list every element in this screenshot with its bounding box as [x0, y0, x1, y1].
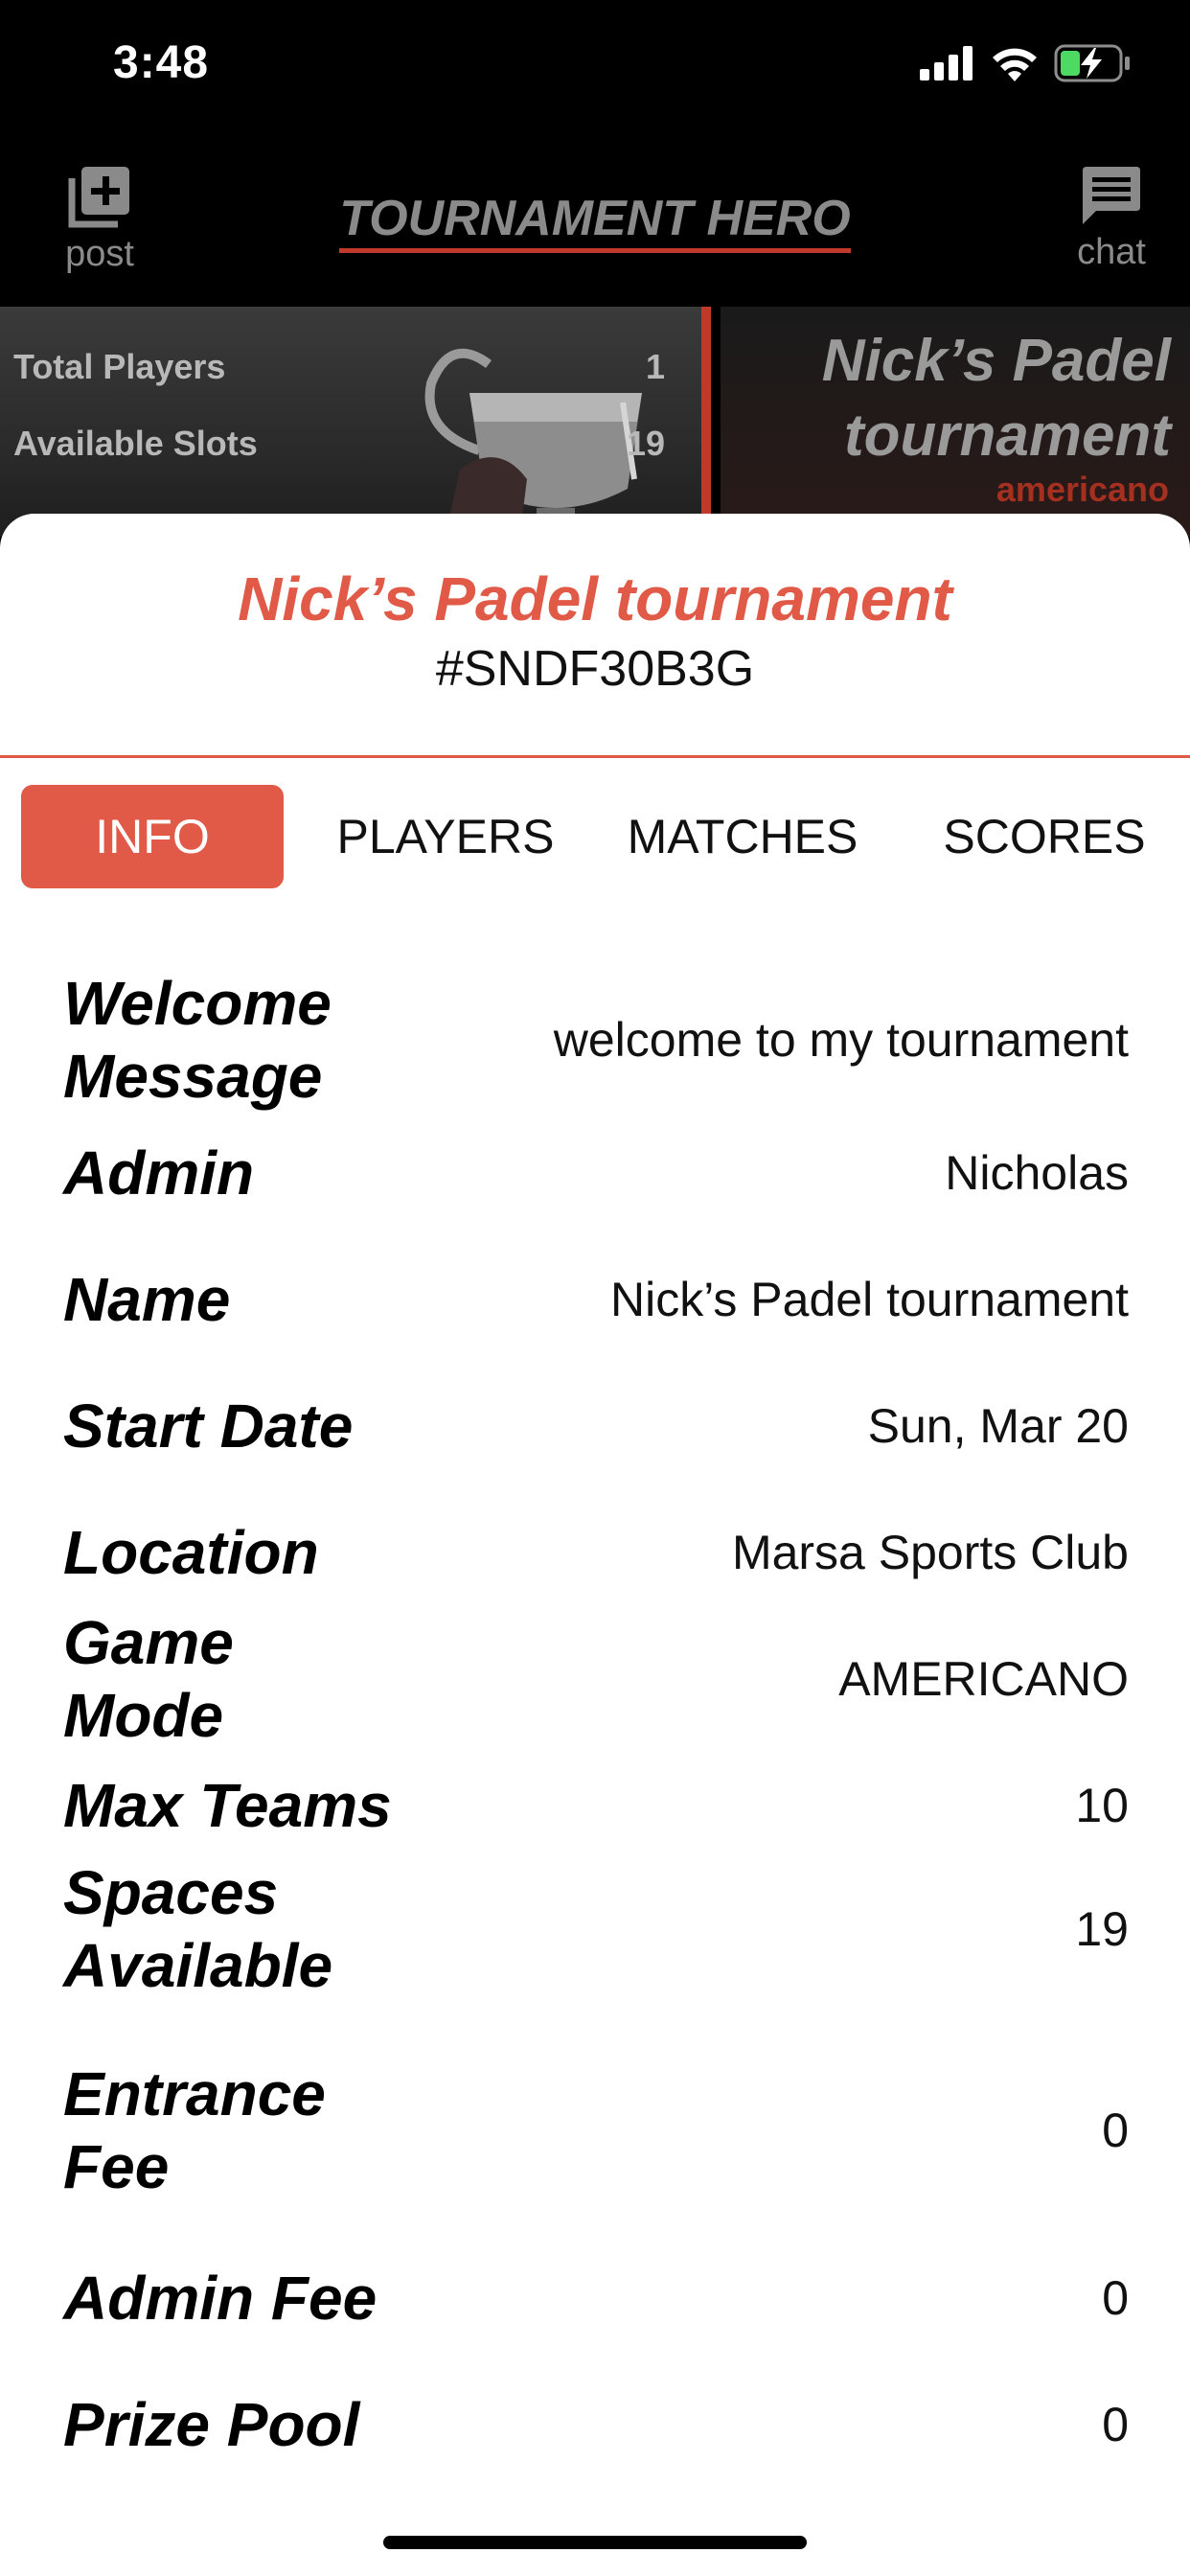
info-value: 0 [1102, 2271, 1129, 2325]
info-value: Nick’s Padel tournament [609, 1273, 1129, 1326]
tab-info[interactable]: INFO [21, 785, 284, 888]
info-label: Admin Fee [63, 2264, 378, 2333]
info-value: Sun, Mar 20 [867, 1399, 1129, 1453]
info-row-name: Name Nick’s Padel tournament [63, 1252, 1129, 1347]
chat-icon [1083, 167, 1140, 224]
info-row-max-teams: Max Teams 10 [63, 1758, 1129, 1853]
info-label: Name [63, 1265, 231, 1334]
banner-tournament-name: Nick’s Padel tournament [821, 328, 1171, 469]
info-value: Marsa Sports Club [731, 1526, 1129, 1579]
info-label: Entrance Fee [63, 2059, 326, 2201]
info-row-admin-fee: Admin Fee 0 [63, 2250, 1129, 2346]
app-header: post TOURNAMENT HERO chat [0, 144, 1190, 307]
info-row-entrance-fee: Entrance Fee 0 [63, 2049, 1129, 2212]
status-time: 3:48 [113, 37, 210, 88]
info-label: Spaces Available [63, 1858, 333, 2000]
info-label: Welcome Message [63, 969, 332, 1111]
available-slots-row: Available Slots 19 [13, 424, 665, 464]
total-players-label: Total Players [13, 347, 226, 386]
info-value: AMERICANO [838, 1652, 1129, 1706]
info-value: welcome to my tournament [553, 1013, 1129, 1067]
tournament-detail-sheet: Nick’s Padel tournament #SNDF30B3G INFO … [0, 514, 1190, 2576]
info-label: Prize Pool [63, 2390, 360, 2459]
chat-button[interactable]: chat [1054, 165, 1169, 273]
info-value: 0 [1102, 2104, 1129, 2157]
tournament-code: #SNDF30B3G [435, 641, 755, 697]
info-label: Max Teams [63, 1771, 392, 1840]
banner-name-panel: Nick’s Padel tournament americano [721, 307, 1190, 537]
sheet-title: Nick’s Padel tournament [238, 564, 952, 633]
available-slots-label: Available Slots [13, 424, 258, 463]
info-row-start-date: Start Date Sun, Mar 20 [63, 1378, 1129, 1474]
tab-matches[interactable]: MATCHES [604, 785, 881, 888]
tab-scores[interactable]: SCORES [910, 785, 1179, 888]
info-value: 0 [1102, 2398, 1129, 2451]
tournament-banner: Total Players 1 Available Slots 19 Nick’… [0, 307, 1190, 537]
info-label: Admin [63, 1138, 255, 1208]
tab-bar: INFO PLAYERS MATCHES SCORES [0, 785, 1190, 888]
total-players-row: Total Players 1 [13, 347, 665, 387]
total-players-value: 1 [645, 347, 665, 386]
wifi-icon [993, 48, 1037, 81]
home-indicator[interactable] [383, 2536, 807, 2549]
banner-stats-panel: Total Players 1 Available Slots 19 [0, 307, 711, 537]
info-row-welcome-message: Welcome Message welcome to my tournament [63, 968, 1129, 1112]
status-bar: 3:48 [0, 0, 1190, 134]
info-value: 19 [1075, 1902, 1129, 1956]
info-value: 10 [1075, 1779, 1129, 1832]
app-title-text: TOURNAMENT HERO [339, 191, 851, 253]
app-title: TOURNAMENT HERO [0, 190, 1190, 253]
battery-charging-icon [1054, 44, 1130, 82]
info-label: Location [63, 1518, 319, 1587]
info-row-location: Location Marsa Sports Club [63, 1505, 1129, 1600]
cellular-signal-icon [920, 46, 973, 80]
tab-players[interactable]: PLAYERS [316, 785, 575, 888]
info-value: Nicholas [945, 1146, 1129, 1200]
status-icons [920, 42, 1131, 84]
info-row-prize-pool: Prize Pool 0 [63, 2377, 1129, 2472]
banner-game-mode: americano [995, 470, 1169, 509]
info-row-game-mode: Game Mode AMERICANO [63, 1608, 1129, 1750]
divider [0, 755, 1190, 758]
info-row-spaces-available: Spaces Available 19 [63, 1848, 1129, 2011]
info-label: Start Date [63, 1392, 354, 1460]
info-row-admin: Admin Nicholas [63, 1125, 1129, 1221]
chat-label: chat [1077, 232, 1146, 272]
info-label: Game Mode [63, 1608, 234, 1750]
available-slots-value: 19 [626, 424, 665, 463]
